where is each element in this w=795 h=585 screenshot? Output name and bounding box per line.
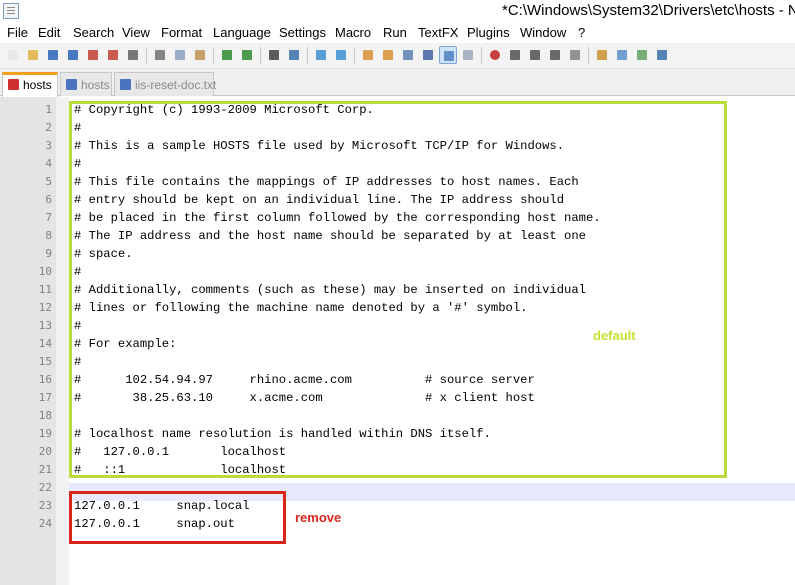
close-icon[interactable] <box>84 46 102 64</box>
remove-entries-highlight-box <box>69 491 286 544</box>
title-bar: *C:\Windows\System32\Drivers\etc\hosts -… <box>0 0 795 22</box>
toolbar-separator <box>588 47 589 64</box>
line-number: 14 <box>38 337 52 350</box>
modified-file-icon <box>8 79 19 90</box>
line-number: 11 <box>38 283 52 296</box>
save-all-icon[interactable] <box>64 46 82 64</box>
zoom-out-icon[interactable] <box>332 46 350 64</box>
line-number: 22 <box>38 481 52 494</box>
line-number: 10 <box>38 265 52 278</box>
line-number: 1 <box>45 103 52 116</box>
copy-icon[interactable] <box>171 46 189 64</box>
line-number: 19 <box>38 427 52 440</box>
open-file-icon[interactable] <box>24 46 42 64</box>
save-macro-icon[interactable] <box>566 46 584 64</box>
close-all-icon[interactable] <box>104 46 122 64</box>
line-number: 17 <box>38 391 52 404</box>
tab-label: hosts <box>23 78 52 92</box>
default-entries-highlight-box <box>69 101 727 478</box>
show-all-characters-icon[interactable] <box>419 46 437 64</box>
line-number: 9 <box>45 247 52 260</box>
menu-settings[interactable]: Settings <box>279 25 326 40</box>
line-number: 6 <box>45 193 52 206</box>
indent-guide-icon[interactable] <box>439 46 457 64</box>
toolbar-separator <box>481 47 482 64</box>
menu-textfx[interactable]: TextFX <box>418 25 458 40</box>
folder-as-workspace-icon[interactable] <box>633 46 651 64</box>
redo-icon[interactable] <box>238 46 256 64</box>
line-number: 18 <box>38 409 52 422</box>
line-number: 13 <box>38 319 52 332</box>
remove-annotation-label: remove <box>295 510 342 525</box>
tab-hosts[interactable]: hosts <box>60 72 112 96</box>
menu-view[interactable]: View <box>122 25 150 40</box>
saved-file-icon <box>120 79 131 90</box>
saved-file-icon <box>66 79 77 90</box>
menu-window[interactable]: Window <box>520 25 566 40</box>
save-icon[interactable] <box>44 46 62 64</box>
menu-plugins[interactable]: Plugins <box>467 25 510 40</box>
menu-file[interactable]: File <box>7 25 28 40</box>
zoom-in-icon[interactable] <box>312 46 330 64</box>
run-macro-multiple-icon[interactable] <box>546 46 564 64</box>
line-number: 7 <box>45 211 52 224</box>
line-number: 8 <box>45 229 52 242</box>
menu-language[interactable]: Language <box>213 25 271 40</box>
tab-bar: hosts hosts iis-reset-doc.txt <box>0 69 795 97</box>
menu-edit[interactable]: Edit <box>38 25 60 40</box>
new-file-icon[interactable] <box>4 46 22 64</box>
toolbar <box>0 43 795 69</box>
spell-check-icon[interactable] <box>653 46 671 64</box>
cut-icon[interactable] <box>151 46 169 64</box>
tab-label: iis-reset-doc.txt <box>135 78 217 92</box>
paste-icon[interactable] <box>191 46 209 64</box>
menu-search[interactable]: Search <box>73 25 114 40</box>
line-number: 5 <box>45 175 52 188</box>
menu-format[interactable]: Format <box>161 25 202 40</box>
find-icon[interactable] <box>265 46 283 64</box>
stop-recording-icon[interactable] <box>506 46 524 64</box>
menu-bar: File Edit Search View Format Language Se… <box>0 22 795 43</box>
line-number: 2 <box>45 121 52 134</box>
user-language-icon[interactable] <box>459 46 477 64</box>
sync-vertical-icon[interactable] <box>359 46 377 64</box>
record-macro-icon[interactable] <box>486 46 504 64</box>
line-number: 21 <box>38 463 52 476</box>
function-list-icon[interactable] <box>593 46 611 64</box>
line-number: 4 <box>45 157 52 170</box>
line-number: 20 <box>38 445 52 458</box>
fold-margin[interactable] <box>56 97 69 585</box>
window-title: *C:\Windows\System32\Drivers\etc\hosts -… <box>502 2 795 19</box>
replace-icon[interactable] <box>285 46 303 64</box>
print-icon[interactable] <box>124 46 142 64</box>
tab-hosts-active[interactable]: hosts <box>2 72 58 97</box>
line-number: 16 <box>38 373 52 386</box>
toolbar-separator <box>146 47 147 64</box>
play-macro-icon[interactable] <box>526 46 544 64</box>
menu-help[interactable]: ? <box>578 25 585 40</box>
notepad-plus-plus-app-icon[interactable] <box>3 3 19 19</box>
tab-label: hosts <box>81 78 110 92</box>
tab-iis-reset-doc[interactable]: iis-reset-doc.txt <box>114 72 217 96</box>
line-number: 12 <box>38 301 52 314</box>
document-map-icon[interactable] <box>613 46 631 64</box>
toolbar-separator <box>307 47 308 64</box>
sync-horizontal-icon[interactable] <box>379 46 397 64</box>
undo-icon[interactable] <box>218 46 236 64</box>
word-wrap-icon[interactable] <box>399 46 417 64</box>
line-number: 3 <box>45 139 52 152</box>
menu-macro[interactable]: Macro <box>335 25 371 40</box>
toolbar-separator <box>213 47 214 64</box>
line-number: 24 <box>38 517 52 530</box>
line-number: 15 <box>38 355 52 368</box>
default-annotation-label: default <box>593 328 636 343</box>
toolbar-separator <box>260 47 261 64</box>
toolbar-separator <box>354 47 355 64</box>
menu-run[interactable]: Run <box>383 25 407 40</box>
line-number: 23 <box>38 499 52 512</box>
